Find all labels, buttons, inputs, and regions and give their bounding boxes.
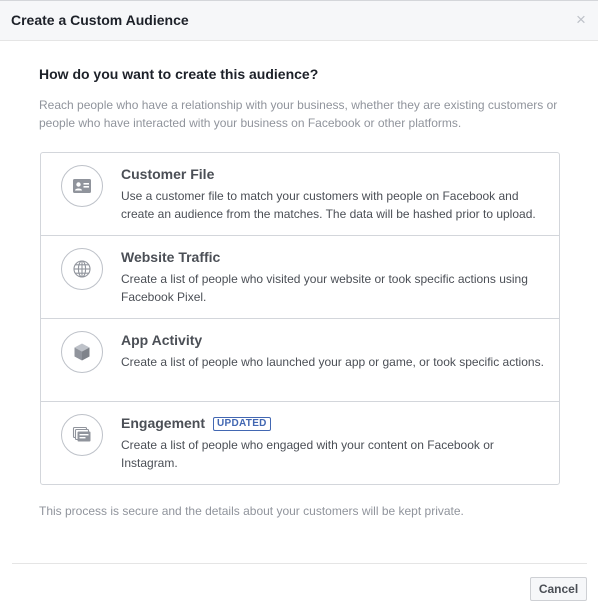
option-description: Create a list of people who visited your… xyxy=(121,272,528,304)
option-app-activity[interactable]: App Activity Create a list of people who… xyxy=(41,319,559,402)
section-question: How do you want to create this audience? xyxy=(39,66,319,82)
option-engagement[interactable]: Engagement UPDATED Create a list of peopl… xyxy=(41,402,559,484)
stacked-cards-icon xyxy=(61,414,103,456)
option-title-text: Engagement xyxy=(121,415,206,431)
cube-icon xyxy=(61,331,103,373)
option-title-text: Customer File xyxy=(121,166,215,182)
close-icon[interactable]: × xyxy=(574,11,588,29)
option-description: Create a list of people who launched you… xyxy=(121,355,544,369)
cancel-button[interactable]: Cancel xyxy=(530,577,587,601)
option-website-traffic[interactable]: Website Traffic Create a list of people … xyxy=(41,236,559,319)
updated-badge: UPDATED xyxy=(213,417,271,431)
option-title: Engagement UPDATED xyxy=(121,415,271,432)
globe-icon xyxy=(61,248,103,290)
contact-card-icon xyxy=(61,165,103,207)
option-description: Use a customer file to match your custom… xyxy=(121,189,536,221)
dialog-title: Create a Custom Audience xyxy=(11,12,189,28)
option-title-text: Website Traffic xyxy=(121,249,221,265)
create-custom-audience-dialog: Create a Custom Audience × How do you wa… xyxy=(0,0,598,613)
dialog-header: Create a Custom Audience × xyxy=(0,0,598,41)
option-title: Customer File xyxy=(121,166,214,183)
option-title: App Activity xyxy=(121,332,202,349)
option-title-text: App Activity xyxy=(121,332,203,348)
option-title: Website Traffic xyxy=(121,249,220,266)
audience-source-options: Customer File Use a customer file to mat… xyxy=(40,152,560,485)
footer-divider xyxy=(12,563,587,564)
option-description: Create a list of people who engaged with… xyxy=(121,438,494,470)
privacy-note: This process is secure and the details a… xyxy=(39,504,464,518)
option-customer-file[interactable]: Customer File Use a customer file to mat… xyxy=(41,153,559,236)
section-intro: Reach people who have a relationship wit… xyxy=(39,98,558,130)
